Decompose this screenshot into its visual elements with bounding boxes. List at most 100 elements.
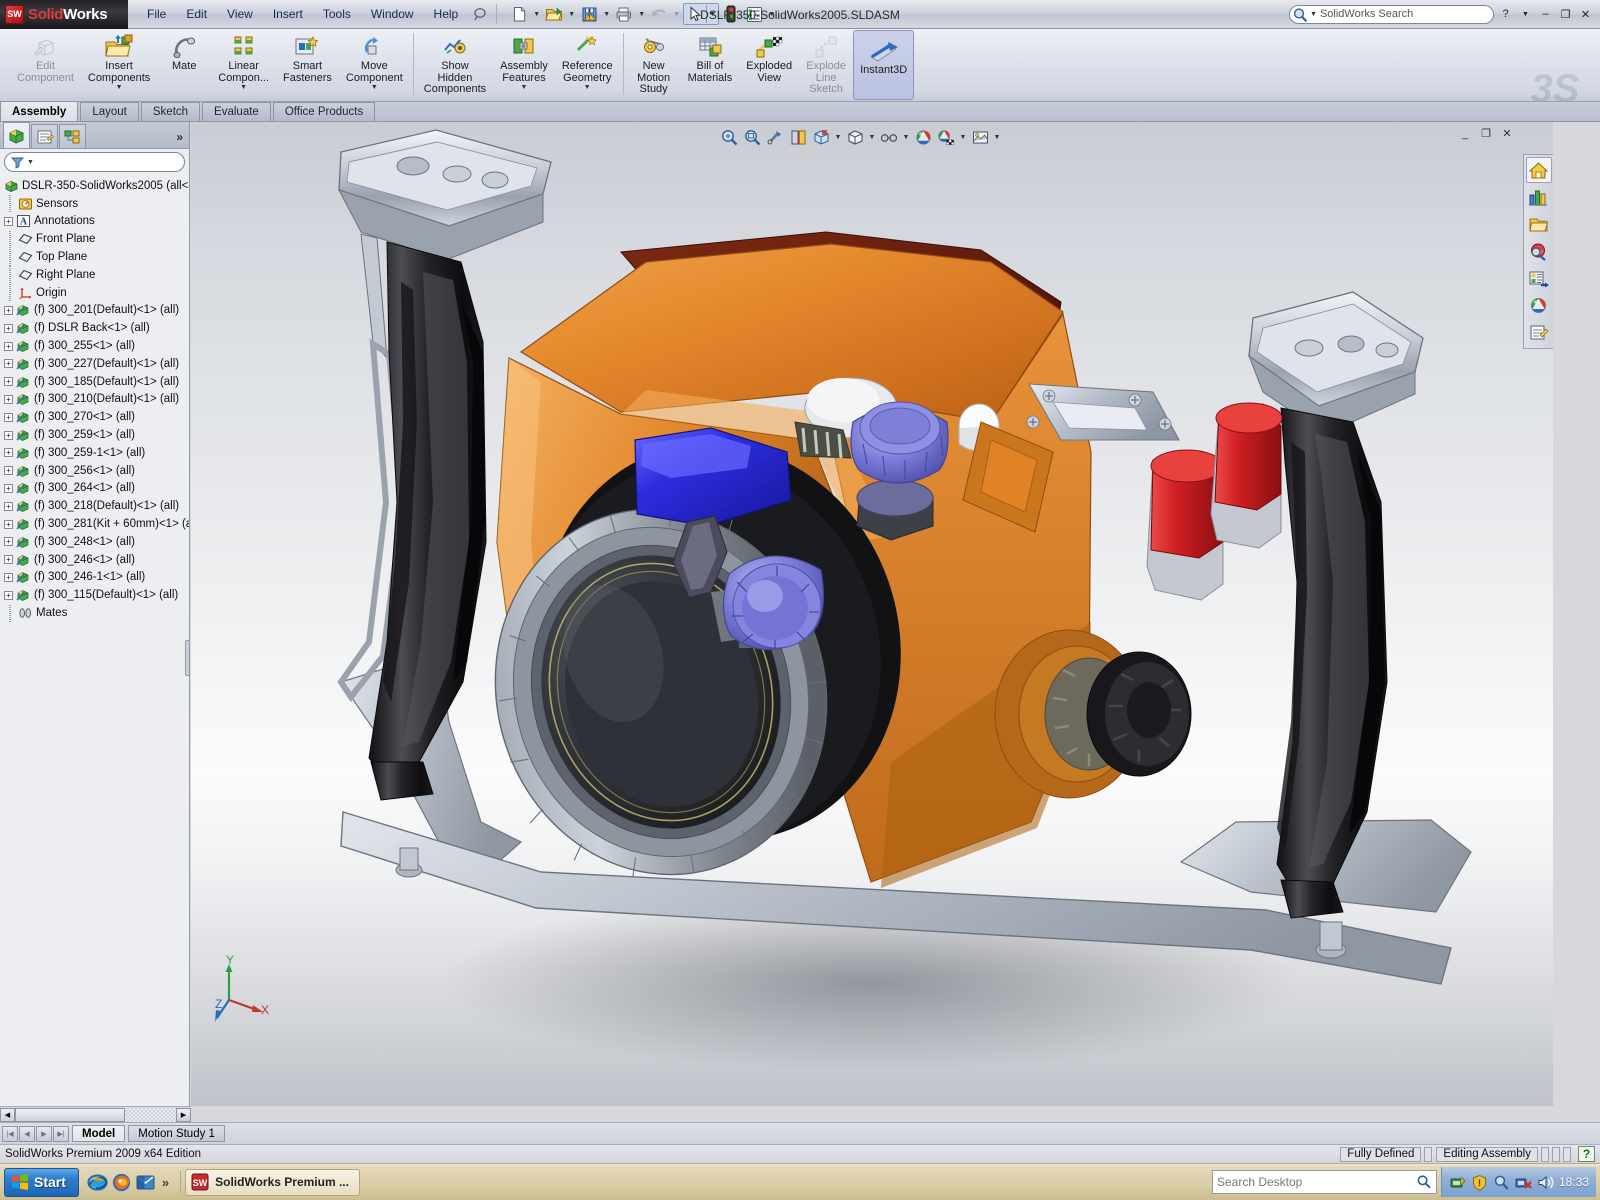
taskbar-clock[interactable]: 18:33 [1559,1175,1589,1189]
property-manager-tab[interactable] [31,124,58,148]
tree-item-part-3[interactable]: + (f) 300_227(Default)<1> (all) [2,355,189,373]
print-icon[interactable] [613,3,635,25]
expand-icon[interactable]: + [4,448,13,457]
tree-item-part-4[interactable]: + (f) 300_185(Default)<1> (all) [2,373,189,391]
menu-tools[interactable]: Tools [314,3,360,25]
tree-item-part-11[interactable]: + (f) 300_218(Default)<1> (all) [2,497,189,515]
menu-window[interactable]: Window [362,3,423,25]
expand-icon[interactable]: + [4,484,13,493]
panel-overflow-icon[interactable]: » [176,130,183,144]
tree-item-part-13[interactable]: + (f) 300_248<1> (all) [2,533,189,551]
expand-icon[interactable]: + [4,502,13,511]
tree-filter-input[interactable]: ▼ [4,152,185,172]
volume-icon[interactable] [1537,1174,1554,1191]
ribbon-new-motion-study[interactable]: New Motion Study [627,30,681,100]
menu-view[interactable]: View [218,3,262,25]
tree-item-part-9[interactable]: + (f) 300_256<1> (all) [2,462,189,480]
scroll-track[interactable] [125,1108,176,1122]
open-document-dropdown-icon[interactable]: ▼ [566,3,577,25]
tree-item-part-10[interactable]: + (f) 300_264<1> (all) [2,480,189,498]
expand-icon[interactable]: + [4,359,13,368]
ribbon-instant3d[interactable]: Instant3D [853,30,914,100]
help-dropdown-icon[interactable]: ▼ [1517,6,1534,23]
expand-icon[interactable]: + [4,466,13,475]
start-button[interactable]: Start [4,1168,79,1197]
save-dropdown-icon[interactable]: ▼ [601,3,612,25]
tree-horizontal-scrollbar[interactable]: ◀ ▶ [0,1106,191,1122]
taskbar-item-solidworks[interactable]: SW SolidWorks Premium ... [185,1169,360,1196]
ribbon-mate[interactable]: Mate [157,30,211,100]
expand-icon[interactable]: + [4,377,13,386]
search-input[interactable]: ▼ SolidWorks Search [1289,5,1494,24]
desktop-search-icon[interactable] [1416,1174,1432,1190]
print-dropdown-icon[interactable]: ▼ [636,3,647,25]
appearances-scenes-icon[interactable] [1526,292,1552,318]
tab-layout[interactable]: Layout [80,102,139,121]
expand-icon[interactable]: + [4,591,13,600]
desktop-search-input[interactable]: Search Desktop [1212,1170,1437,1194]
ribbon-linear-component-pattern-dropdown-icon[interactable]: ▼ [240,84,247,93]
options-dropdown-icon[interactable]: ▼ [766,3,777,25]
new-document-dropdown-icon[interactable]: ▼ [531,3,542,25]
expand-icon[interactable]: + [4,395,13,404]
expand-icon[interactable]: + [4,573,13,582]
tree-item-part-2[interactable]: + (f) 300_255<1> (all) [2,337,189,355]
scroll-thumb[interactable] [15,1108,125,1122]
scroll-right-icon[interactable]: ▶ [176,1108,191,1122]
internet-explorer-icon[interactable] [87,1172,108,1193]
search-3d-contentcentral-icon[interactable] [1526,238,1552,264]
design-library-icon[interactable] [1526,184,1552,210]
expand-icon[interactable]: + [4,342,13,351]
ribbon-assembly-features[interactable]: Assembly Features ▼ [493,30,555,100]
close-button[interactable]: ✕ [1577,6,1594,23]
ribbon-edit-component[interactable]: Edit Component [10,30,81,100]
search-dropdown-icon[interactable]: ▼ [1310,11,1317,18]
outlook-icon[interactable] [135,1172,156,1193]
tab-motion-study-1[interactable]: Motion Study 1 [128,1125,225,1142]
tree-item-mates[interactable]: Mates [2,604,189,622]
firefox-icon[interactable] [111,1172,132,1193]
tree-item-part-7[interactable]: + (f) 300_259<1> (all) [2,426,189,444]
menu-insert[interactable]: Insert [264,3,312,25]
expand-icon[interactable]: + [4,324,13,333]
search-magnifier-icon[interactable] [1493,1174,1510,1191]
ribbon-insert-components-dropdown-icon[interactable]: ▼ [116,84,123,93]
tree-item-part-12[interactable]: + (f) 300_281(Kit + 60mm)<1> (a [2,515,189,533]
tree-item-annotations[interactable]: + A Annotations [2,213,189,231]
open-document-icon[interactable] [543,3,565,25]
tab-sketch[interactable]: Sketch [141,102,200,121]
tree-item-top-plane[interactable]: Top Plane [2,248,189,266]
ribbon-smart-fasteners[interactable]: Smart Fasteners [276,30,339,100]
restore-button[interactable]: ❐ [1557,6,1574,23]
ribbon-reference-geometry-dropdown-icon[interactable]: ▼ [584,84,591,93]
ribbon-reference-geometry[interactable]: Reference Geometry ▼ [555,30,620,100]
menu-help[interactable]: Help [425,3,468,25]
tab-assembly[interactable]: Assembly [0,101,78,121]
tree-item-part-0[interactable]: + (f) 300_201(Default)<1> (all) [2,302,189,320]
tab-nav-prev[interactable]: ◀ [19,1126,35,1142]
scroll-left-icon[interactable]: ◀ [0,1108,15,1122]
tree-item-front-plane[interactable]: Front Plane [2,230,189,248]
tab-nav-last[interactable]: ▶| [53,1126,69,1142]
expand-icon[interactable]: + [4,306,13,315]
ribbon-show-hidden-components[interactable]: Show Hidden Components [417,30,493,100]
expand-icon[interactable]: + [4,555,13,564]
tree-item-right-plane[interactable]: Right Plane [2,266,189,284]
tree-item-part-6[interactable]: + (f) 300_270<1> (all) [2,408,189,426]
ribbon-assembly-features-dropdown-icon[interactable]: ▼ [521,84,528,93]
quick-launch-overflow-icon[interactable]: » [159,1175,172,1190]
tree-item-part-8[interactable]: + (f) 300_259-1<1> (all) [2,444,189,462]
rebuild-icon[interactable] [720,3,742,25]
network-icon[interactable] [1449,1174,1466,1191]
expand-icon[interactable]: + [4,431,13,440]
tab-nav-next[interactable]: ▶ [36,1126,52,1142]
tree-item-part-16[interactable]: + (f) 300_115(Default)<1> (all) [2,586,189,604]
undo-dropdown-icon[interactable]: ▼ [671,3,682,25]
tree-item-assembly-root[interactable]: DSLR-350-SolidWorks2005 (all<all_ [2,177,189,195]
select-dropdown-icon[interactable]: ▼ [707,3,718,25]
status-help-badge[interactable]: ? [1578,1146,1595,1162]
ribbon-move-component-dropdown-icon[interactable]: ▼ [371,84,378,93]
tab-nav-first[interactable]: |◀ [2,1126,18,1142]
undo-icon[interactable] [648,3,670,25]
custom-properties-icon[interactable] [1526,319,1552,345]
